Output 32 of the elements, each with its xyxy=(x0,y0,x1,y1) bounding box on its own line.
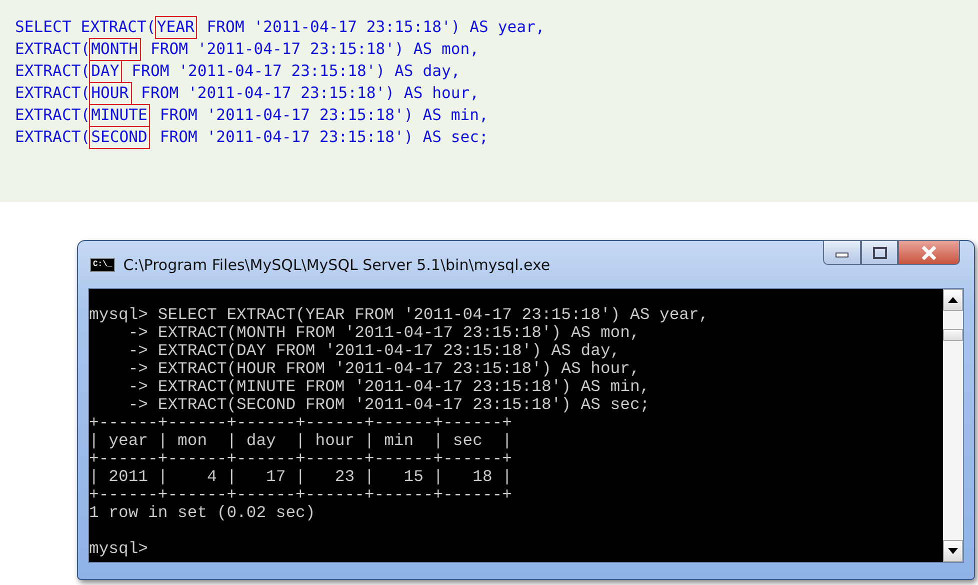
maximize-icon xyxy=(872,246,888,258)
code-line: EXTRACT(MONTH FROM '2011-04-17 23:15:18') AS mon, xyxy=(15,38,963,60)
console-line: mysql> SELECT EXTRACT(YEAR FROM '2011-04-17 23:15:18') AS year, xyxy=(89,305,709,324)
console-icon: C:\_ xyxy=(90,258,116,272)
console-line: -> EXTRACT(DAY FROM '2011-04-17 23:15:18') AS day, xyxy=(127,341,620,360)
window-title: C:\Program Files\MySQL\MySQL Server 5.1\bin\mysql.exe xyxy=(123,256,550,274)
scroll-thumb[interactable] xyxy=(943,329,963,341)
console-line: -> EXTRACT(MONTH FROM '2011-04-17 23:15:18') AS mon, xyxy=(127,323,640,342)
console-line: +------+------+------+------+------+------+ xyxy=(89,485,512,504)
console-line: -> EXTRACT(HOUR FROM '2011-04-17 23:15:18') AS hour, xyxy=(127,359,640,378)
console-line: | year | mon | day | hour | min | sec | xyxy=(89,431,512,450)
console-line: | 2011 | 4 | 17 | 23 | 15 | 18 | xyxy=(89,467,512,486)
up-arrow-icon xyxy=(948,297,958,303)
code-line: EXTRACT(HOUR FROM '2011-04-17 23:15:18') AS hour, xyxy=(15,82,963,104)
minimize-button[interactable] xyxy=(823,240,861,265)
code-line: EXTRACT(SECOND FROM '2011-04-17 23:15:18') AS sec; xyxy=(15,126,963,148)
scrollbar[interactable] xyxy=(943,289,963,562)
code-line: EXTRACT(MINUTE FROM '2011-04-17 23:15:18') AS min, xyxy=(15,104,963,126)
maximize-button[interactable] xyxy=(861,240,898,265)
close-button[interactable] xyxy=(898,240,960,265)
console-line: +------+------+------+------+------+------+ xyxy=(89,449,512,468)
code-line: SELECT EXTRACT(YEAR FROM '2011-04-17 23:15:18') AS year, xyxy=(15,16,963,38)
console-line: -> EXTRACT(SECOND FROM '2011-04-17 23:15:18') AS sec; xyxy=(127,395,650,414)
console-prompt: mysql> xyxy=(89,539,148,558)
console-line: 1 row in set (0.02 sec) xyxy=(89,503,316,522)
console-line: -> EXTRACT(MINUTE FROM '2011-04-17 23:15:18') AS min, xyxy=(127,377,650,396)
code-line: EXTRACT(DAY FROM '2011-04-17 23:15:18') AS day, xyxy=(15,60,963,82)
scroll-up-button[interactable] xyxy=(943,289,963,311)
down-arrow-icon xyxy=(948,548,958,554)
scroll-down-button[interactable] xyxy=(943,540,963,562)
console-line: +------+------+------+------+------+------+ xyxy=(89,413,512,432)
close-icon xyxy=(920,246,938,260)
